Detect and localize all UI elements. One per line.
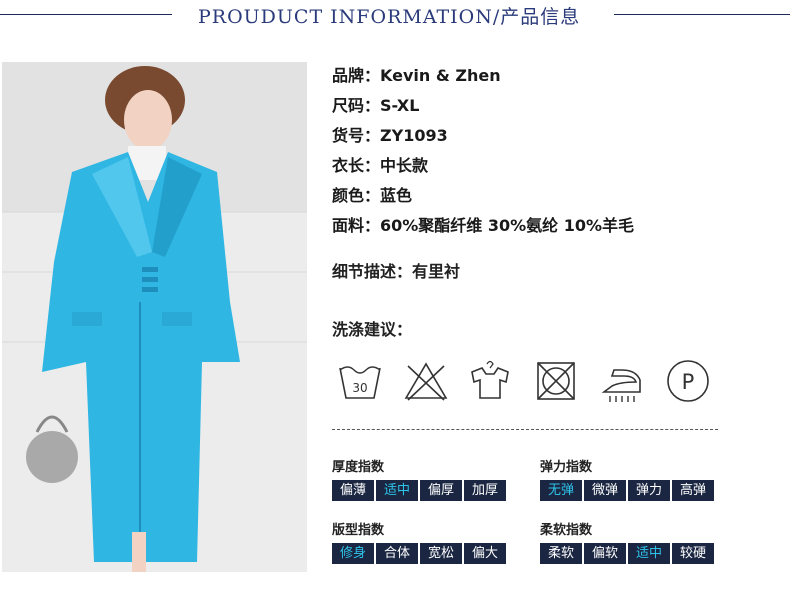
thickness-option: 适中 xyxy=(376,480,418,501)
elasticity-index-label: 弹力指数 xyxy=(540,460,593,475)
softness-index-label: 柔软指数 xyxy=(540,523,593,538)
fit-index: 版型指数 修身 合体 宽松 偏大 xyxy=(332,519,506,564)
softness-option: 柔软 xyxy=(540,543,582,564)
elasticity-option: 高弹 xyxy=(672,480,714,501)
softness-index: 柔软指数 柔软 偏软 适中 较硬 xyxy=(540,519,714,564)
wash-instructions-title: 洗涤建议： xyxy=(332,320,413,339)
do-not-bleach-icon xyxy=(402,358,450,404)
elasticity-option: 微弹 xyxy=(584,480,626,501)
softness-option: 偏软 xyxy=(584,543,626,564)
elasticity-option: 弹力 xyxy=(628,480,670,501)
fit-option: 宽松 xyxy=(420,543,462,564)
header-right-rule xyxy=(614,14,790,15)
section-divider xyxy=(332,429,718,430)
fit-index-label: 版型指数 xyxy=(332,523,385,538)
wash-icons-row: 30 P xyxy=(332,358,722,408)
detail-description: 细节描述：有里衬 xyxy=(332,262,461,281)
color-row: 颜色：蓝色 xyxy=(332,186,413,205)
softness-option: 较硬 xyxy=(672,543,714,564)
elasticity-option: 无弹 xyxy=(540,480,582,501)
size-row: 尺码：S-XL xyxy=(332,96,420,115)
item-number-row: 货号：ZY1093 xyxy=(332,126,448,145)
dry-clean-icon: P xyxy=(664,358,712,404)
thickness-option: 偏薄 xyxy=(332,480,374,501)
hang-dry-icon xyxy=(466,358,514,404)
thickness-option: 偏厚 xyxy=(420,480,462,501)
softness-option: 适中 xyxy=(628,543,670,564)
section-header: PROUDUCT INFORMATION/产品信息 xyxy=(0,0,790,34)
fit-option: 合体 xyxy=(376,543,418,564)
product-photo xyxy=(2,62,307,572)
fit-option: 修身 xyxy=(332,543,374,564)
do-not-tumble-dry-icon xyxy=(532,358,580,404)
wash-temp-label: 30 xyxy=(352,381,367,395)
dry-clean-letter: P xyxy=(682,370,695,394)
length-row: 衣长：中长款 xyxy=(332,156,429,175)
wash-30-icon: 30 xyxy=(336,358,384,404)
iron-icon xyxy=(598,358,646,404)
thickness-option: 加厚 xyxy=(464,480,506,501)
thickness-index-label: 厚度指数 xyxy=(332,460,385,475)
fit-option: 偏大 xyxy=(464,543,506,564)
fabric-row: 面料：60%聚酯纤维 30%氨纶 10%羊毛 xyxy=(332,216,635,235)
product-info-list: 品牌：Kevin & Zhen 尺码：S-XL 货号：ZY1093 衣长：中长款… xyxy=(332,63,772,243)
brand-row: 品牌：Kevin & Zhen xyxy=(332,66,501,85)
section-title: PROUDUCT INFORMATION/产品信息 xyxy=(198,6,581,28)
thickness-index: 厚度指数 偏薄 适中 偏厚 加厚 xyxy=(332,456,506,501)
header-left-rule xyxy=(0,14,172,15)
elasticity-index: 弹力指数 无弹 微弹 弹力 高弹 xyxy=(540,456,714,501)
